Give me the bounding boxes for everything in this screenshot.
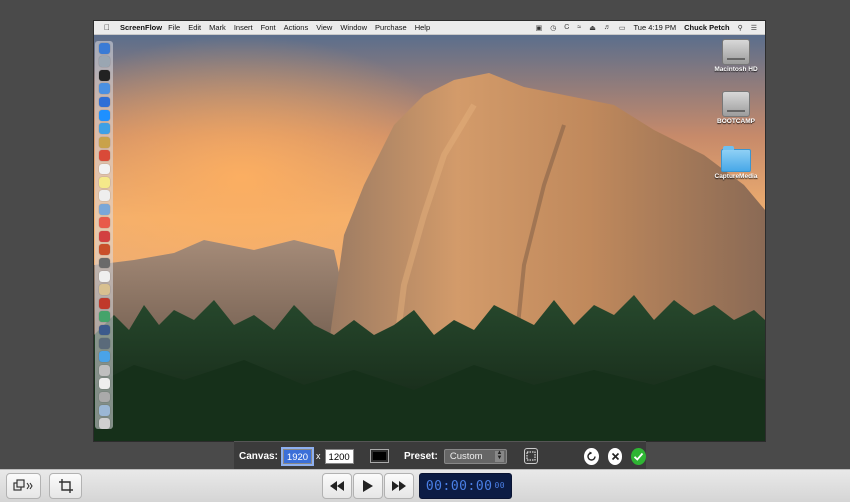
canvas-layers-icon bbox=[12, 479, 33, 491]
crop-frame-icon bbox=[526, 451, 536, 461]
fast-forward-button[interactable] bbox=[384, 473, 414, 499]
crop-button[interactable] bbox=[49, 473, 82, 499]
dock-app-icon[interactable] bbox=[98, 364, 110, 376]
menu-view[interactable]: View bbox=[316, 23, 332, 32]
notification-center-icon[interactable]: ☰ bbox=[751, 24, 757, 32]
dock-app-icon[interactable] bbox=[98, 96, 110, 108]
screen-recording-preview:  ScreenFlow File Edit Mark Insert Font … bbox=[93, 20, 766, 442]
dock-app-icon[interactable] bbox=[98, 270, 110, 282]
play-icon bbox=[363, 480, 373, 492]
dock-app-icon[interactable] bbox=[98, 203, 110, 215]
rewind-icon bbox=[330, 481, 344, 491]
dock-app-icon[interactable] bbox=[98, 177, 110, 188]
canvas-height-field[interactable]: 1200 bbox=[324, 448, 354, 464]
dock-app-icon[interactable] bbox=[98, 230, 110, 242]
canvas-width-field[interactable]: 1920 bbox=[280, 446, 315, 466]
desktop-icon-capturemedia[interactable]: CaptureMedia bbox=[706, 146, 765, 180]
canvas-settings-button[interactable] bbox=[6, 473, 41, 499]
dock-app-icon[interactable] bbox=[98, 311, 110, 322]
preset-value: Custom bbox=[449, 450, 483, 462]
reset-button[interactable] bbox=[584, 447, 599, 465]
menu-help[interactable]: Help bbox=[415, 23, 430, 32]
fast-forward-icon bbox=[392, 481, 406, 491]
dock-app-icon[interactable] bbox=[98, 83, 110, 95]
desktop-icon-label: Macintosh HD bbox=[714, 66, 758, 73]
dock-app-icon[interactable] bbox=[98, 257, 110, 269]
dock-app-icon[interactable] bbox=[98, 337, 110, 349]
crop-region-button[interactable] bbox=[523, 448, 538, 464]
undo-arrow-icon bbox=[587, 451, 596, 461]
confirm-button[interactable] bbox=[631, 447, 647, 465]
desktop-icon-label: BOOTCAMP bbox=[717, 118, 755, 125]
play-button[interactable] bbox=[353, 473, 383, 499]
dock-app-icon[interactable] bbox=[98, 150, 110, 162]
menu-window[interactable]: Window bbox=[340, 23, 367, 32]
dock-app-icon[interactable] bbox=[98, 163, 110, 175]
dock-app-icon[interactable] bbox=[98, 217, 110, 229]
dropdown-arrows-icon: ▲ ▼ bbox=[494, 449, 504, 462]
desktop-icon-macintosh-hd[interactable]: Macintosh HD bbox=[706, 39, 765, 73]
dock-app-icon[interactable] bbox=[98, 404, 110, 416]
close-icon bbox=[611, 452, 619, 460]
menu-mark[interactable]: Mark bbox=[209, 23, 226, 32]
wifi-icon[interactable]: ≈ bbox=[577, 24, 581, 31]
folder-icon bbox=[721, 146, 751, 172]
screen-record-icon[interactable]: ▣ bbox=[536, 24, 543, 32]
dock-app-icon[interactable] bbox=[98, 56, 110, 68]
spotlight-icon[interactable]: ⚲ bbox=[738, 24, 743, 32]
dock-app-icon[interactable] bbox=[98, 418, 110, 430]
volume-icon[interactable]: ♬ bbox=[604, 24, 611, 31]
menu-app-name[interactable]: ScreenFlow bbox=[120, 23, 162, 32]
menu-user[interactable]: Chuck Petch bbox=[684, 23, 729, 32]
desktop-icon-bootcamp[interactable]: BOOTCAMP bbox=[706, 91, 765, 125]
menu-edit[interactable]: Edit bbox=[188, 23, 201, 32]
background-color-well[interactable] bbox=[369, 449, 389, 463]
dock-app-icon[interactable] bbox=[98, 136, 110, 148]
dock-app-icon[interactable] bbox=[98, 190, 110, 202]
dock bbox=[95, 41, 113, 430]
checkmark-icon bbox=[634, 452, 644, 461]
time-machine-icon[interactable]: ◷ bbox=[550, 24, 556, 32]
cancel-button[interactable] bbox=[607, 447, 623, 465]
rewind-button[interactable] bbox=[322, 473, 352, 499]
dock-app-icon[interactable] bbox=[98, 123, 110, 135]
dock-app-icon[interactable] bbox=[98, 351, 110, 363]
dock-app-icon[interactable] bbox=[98, 324, 110, 336]
canvas-label: Canvas: bbox=[239, 450, 278, 462]
desktop-icon-label: CaptureMedia bbox=[714, 173, 758, 180]
dimension-separator: x bbox=[316, 451, 321, 461]
preset-label: Preset: bbox=[403, 450, 438, 462]
dock-app-icon[interactable] bbox=[98, 284, 110, 296]
menu-extras: ▣ ◷ Ꮯ ≈ ⏏ ♬ ▭ Tue 4:19 PM Chuck Petch ⚲ … bbox=[536, 23, 765, 32]
timecode-frames: 00 bbox=[494, 481, 506, 490]
dock-app-icon[interactable] bbox=[98, 110, 110, 121]
menu-actions[interactable]: Actions bbox=[284, 23, 309, 32]
menu-file[interactable]: File bbox=[168, 23, 180, 32]
timecode-display: 00:00:00 00 bbox=[419, 473, 512, 499]
dock-app-icon[interactable] bbox=[98, 244, 110, 255]
hard-drive-icon bbox=[722, 39, 750, 65]
menu-insert[interactable]: Insert bbox=[234, 23, 253, 32]
timecode-value: 00:00:00 bbox=[425, 478, 493, 494]
menu-clock[interactable]: Tue 4:19 PM bbox=[633, 23, 676, 32]
mac-menu-bar:  ScreenFlow File Edit Mark Insert Font … bbox=[94, 21, 765, 35]
eject-icon[interactable]: ⏏ bbox=[589, 24, 596, 32]
dock-app-icon[interactable] bbox=[98, 391, 110, 403]
hard-drive-icon bbox=[722, 91, 750, 117]
canvas-toolbar: Canvas: 1920 x 1200 Preset: Custom ▲ ▼ bbox=[234, 441, 647, 470]
apple-icon[interactable]:  bbox=[100, 23, 114, 32]
bottom-toolbar: 00:00:00 00 bbox=[0, 469, 850, 502]
menu-font[interactable]: Font bbox=[261, 23, 276, 32]
dock-app-icon[interactable] bbox=[98, 378, 110, 389]
menu-purchase[interactable]: Purchase bbox=[375, 23, 407, 32]
desktop-wallpaper bbox=[94, 35, 765, 441]
dock-app-icon[interactable] bbox=[98, 43, 110, 54]
preset-dropdown[interactable]: Custom ▲ ▼ bbox=[443, 448, 507, 464]
dock-app-icon[interactable] bbox=[98, 69, 110, 81]
dock-app-icon[interactable] bbox=[98, 297, 110, 309]
crop-icon bbox=[58, 479, 73, 493]
battery-icon[interactable]: ▭ bbox=[619, 24, 626, 32]
bluetooth-icon[interactable]: Ꮯ bbox=[564, 24, 569, 32]
